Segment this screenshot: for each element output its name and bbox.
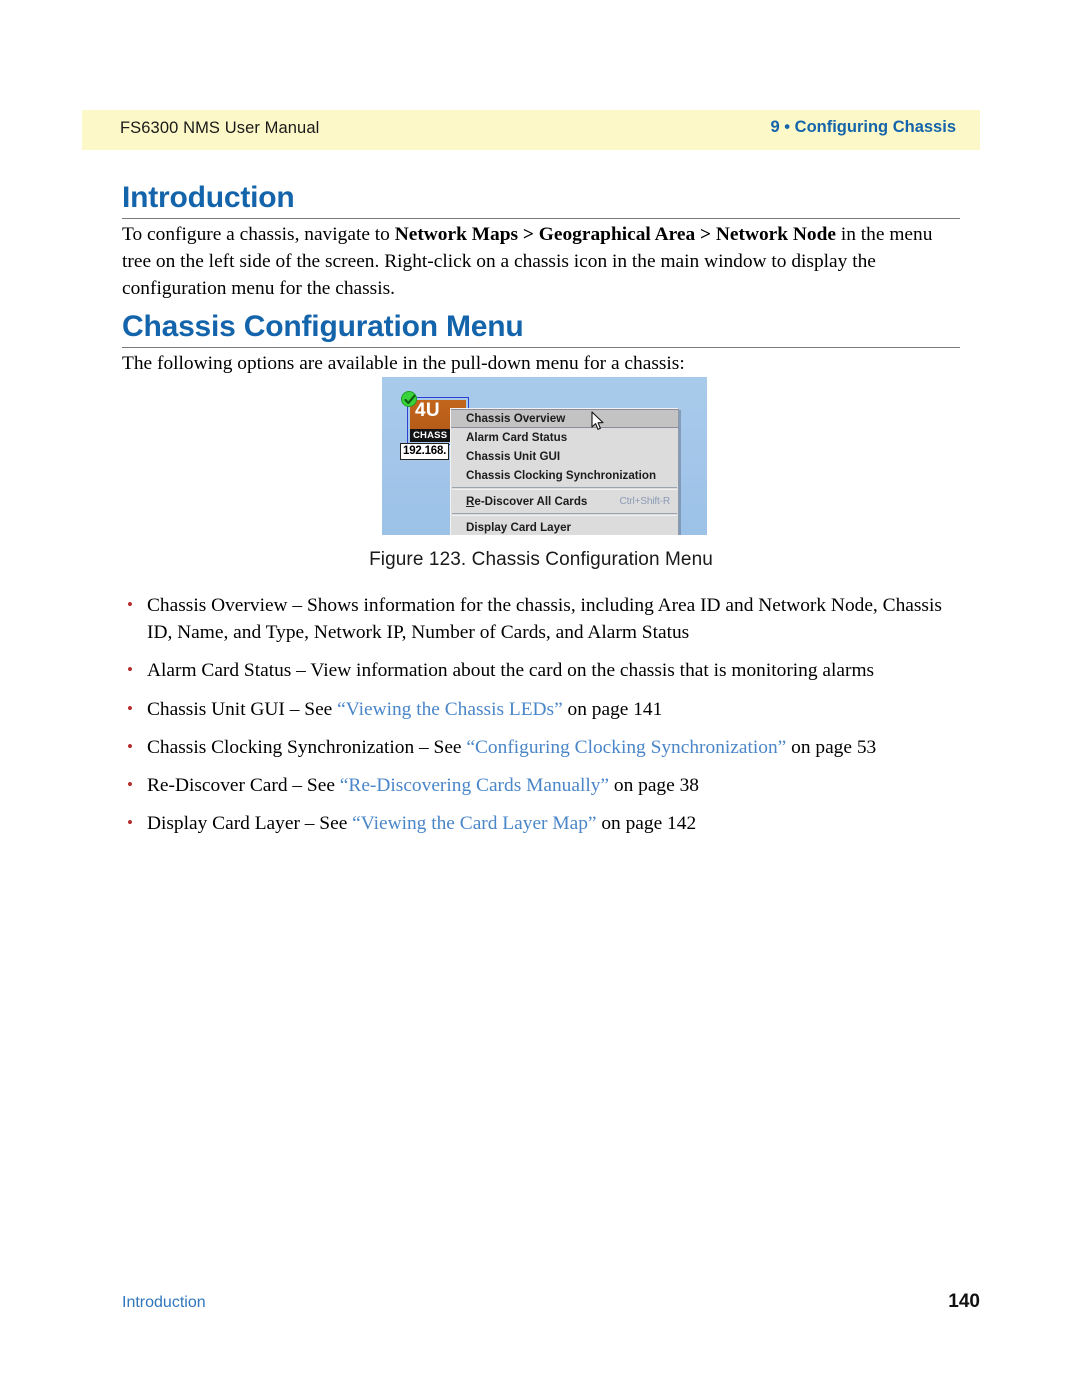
context-menu-item-label: Chassis Unit GUI [466, 450, 561, 463]
chassis-menu-option-list: Chassis Overview – Shows information for… [122, 591, 970, 848]
cross-reference-link[interactable]: “Viewing the Card Layer Map” [352, 813, 596, 834]
header-chapter-title: 9 • Configuring Chassis [770, 118, 956, 136]
section-heading: Chassis Configuration Menu [122, 310, 524, 343]
chassis-config-paragraph: The following options are available in t… [122, 353, 685, 374]
chassis-context-menu[interactable]: Chassis Overview Alarm Card Status Chassis… [450, 408, 679, 535]
context-menu-item-label: Chassis Clocking Synchronization [466, 469, 657, 482]
emphasis-text: Network Maps > Geographical Area > Netwo… [394, 224, 836, 245]
intro-paragraph: To configure a chassis, navigate to Netw… [122, 224, 933, 300]
list-item: Re-Discover Card – See “Re-Discovering C… [122, 771, 970, 799]
context-menu-item[interactable]: Display Card Layer [451, 518, 678, 535]
header-manual-title: FS6300 NMS User Manual [120, 119, 320, 137]
cross-reference-link[interactable]: “Configuring Clocking Synchronization” [466, 737, 786, 758]
footer-page-number: 140 [948, 1291, 980, 1312]
context-menu-item-label: Alarm Card Status [466, 431, 568, 444]
context-menu-item[interactable]: Alarm Card Status [451, 428, 678, 447]
mouse-pointer-icon [591, 411, 604, 430]
context-menu-item[interactable]: Chassis Clocking Synchronization [451, 466, 678, 485]
chassis-node-label: 4U [415, 400, 440, 421]
chassis-node-band-label: CHASS [413, 430, 448, 441]
footer-section-label: Introduction [122, 1294, 206, 1311]
list-item: Alarm Card Status – View information abo… [122, 656, 970, 684]
context-menu-item[interactable]: Chassis Unit GUI [451, 447, 678, 466]
context-menu-item-shortcut: Ctrl+Shift-R [619, 496, 670, 507]
list-item: Display Card Layer – See “Viewing the Ca… [122, 809, 970, 837]
heading-rule [122, 217, 960, 219]
list-item: Chassis Unit GUI – See “Viewing the Chas… [122, 695, 970, 723]
figure-caption: Figure 123. Chassis Configuration Menu [369, 549, 713, 570]
list-item: Chassis Clocking Synchronization – See “… [122, 733, 970, 761]
running-header: FS6300 NMS User Manual 9 • Configuring C… [82, 110, 980, 150]
document-page: FS6300 NMS User Manual 9 • Configuring C… [0, 0, 1080, 1397]
context-menu-item[interactable]: Re-Discover All Cards Ctrl+Shift-R [451, 492, 678, 511]
context-menu-separator [452, 513, 677, 516]
cross-reference-link[interactable]: “Viewing the Chassis LEDs” [337, 699, 563, 720]
context-menu-separator [452, 487, 677, 490]
chassis-node-ip-label: 192.168. [400, 443, 450, 460]
cross-reference-link[interactable]: “Re-Discovering Cards Manually” [340, 775, 609, 796]
list-item: Chassis Overview – Shows information for… [122, 591, 970, 646]
context-menu-item-label: Re-Discover All Cards [466, 495, 588, 508]
section-chassis-config-heading-block: Chassis Configuration Menu [122, 311, 960, 348]
context-menu-item-label: Display Card Layer [466, 521, 572, 534]
green-check-icon [401, 391, 417, 407]
section-introduction-heading-block: Introduction [122, 182, 960, 219]
mnemonic-letter: R [466, 495, 475, 508]
figure-chassis-configuration-menu: 4U CHASS 192.168. Chassis Overview Alarm … [382, 377, 707, 535]
context-menu-item-label: Chassis Overview [466, 412, 566, 425]
heading-rule [122, 346, 960, 348]
context-menu-item[interactable]: Chassis Overview [451, 409, 678, 428]
page-title: Introduction [122, 181, 295, 214]
